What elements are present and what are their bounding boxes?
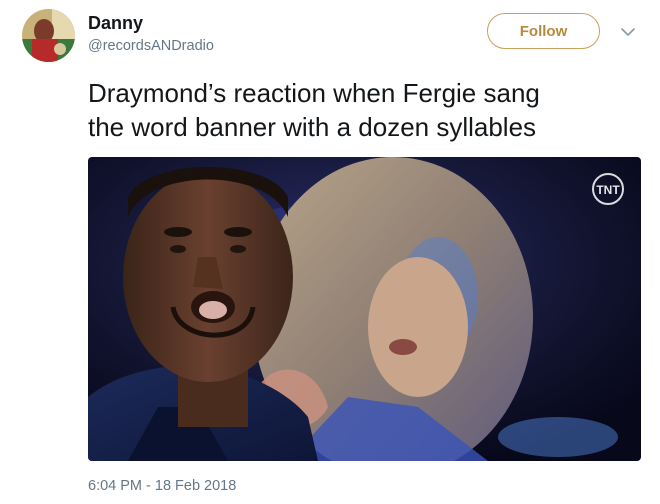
avatar-image [22, 9, 75, 62]
display-name[interactable]: Danny [88, 13, 143, 34]
username[interactable]: @recordsANDradio [88, 38, 214, 54]
media-image: TNT [88, 157, 641, 461]
tweet-media[interactable]: TNT [88, 157, 641, 461]
avatar[interactable] [22, 9, 75, 62]
tweet-text: Draymond’s reaction when Fergie sang the… [88, 78, 540, 142]
follow-button[interactable]: Follow [487, 13, 600, 49]
chevron-down-icon[interactable] [620, 25, 636, 37]
tnt-watermark: TNT [596, 183, 620, 197]
tweet-timestamp[interactable]: 6:04 PM - 18 Feb 2018 [88, 478, 236, 494]
